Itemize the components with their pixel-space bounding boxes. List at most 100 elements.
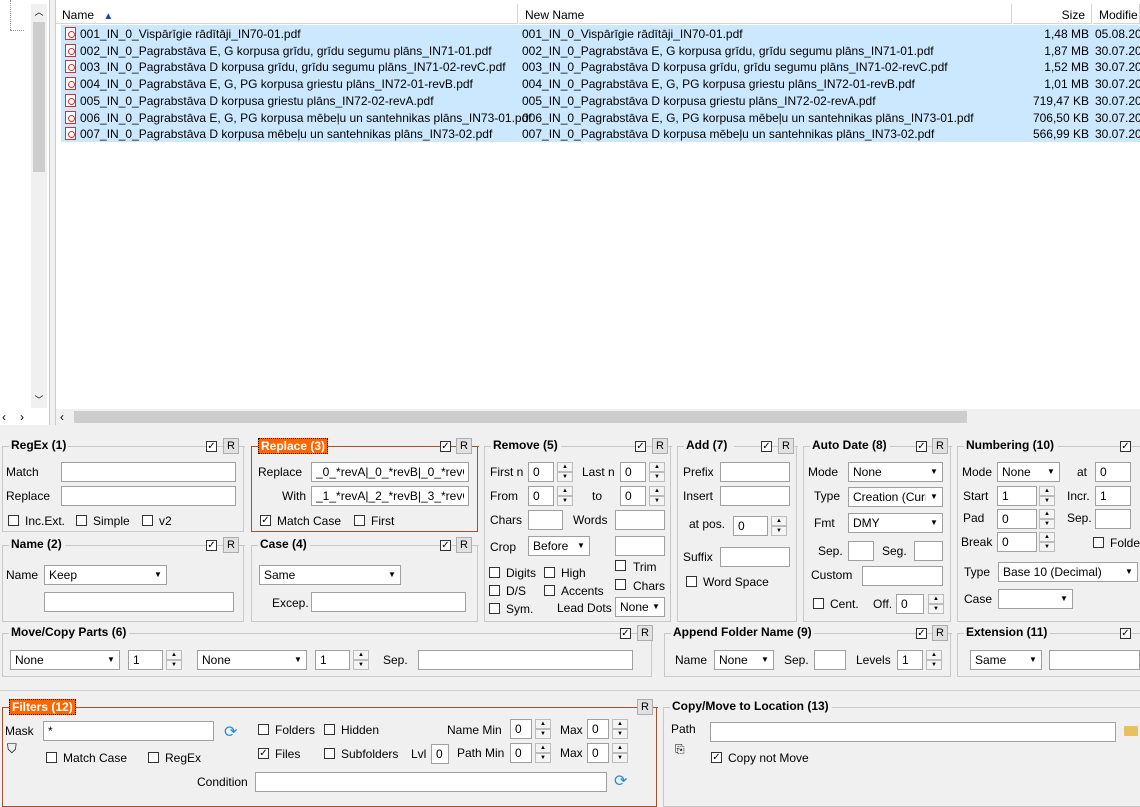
hidden-checkbox[interactable] — [324, 724, 335, 735]
autodate-type-select[interactable]: Creation (Curr ▼ — [848, 487, 943, 507]
case-enable-checkbox[interactable]: ✓ — [440, 540, 451, 551]
simple-checkbox[interactable] — [76, 515, 87, 526]
at-pos-spinner[interactable]: ▲ ▼ — [771, 516, 787, 536]
lvl-input[interactable] — [431, 744, 449, 764]
appendfolder-name-select[interactable]: None ▼ — [714, 650, 774, 670]
cent-checkbox[interactable] — [813, 598, 824, 609]
numbering-type-select[interactable]: Base 10 (Decimal) ▼ — [998, 562, 1138, 582]
scroll-right-icon[interactable]: › — [20, 410, 24, 424]
copy-not-move-checkbox[interactable]: ✓ — [711, 752, 722, 763]
table-row[interactable]: 004_IN_0_Pagrabstāva E, G, PG korpusa gr… — [61, 75, 1140, 93]
tree-vscrollbar[interactable]: ︿ ﹀ — [31, 4, 47, 408]
first-n-input[interactable] — [528, 462, 554, 482]
name-min-spinner[interactable]: ▲ ▼ — [535, 719, 551, 739]
scroll-down-icon[interactable]: ﹀ — [31, 392, 47, 408]
movecopy-sep-input[interactable] — [418, 650, 633, 670]
match-case-checkbox[interactable]: ✓ — [260, 515, 271, 526]
numbering-break-spinner[interactable]: ▲ ▼ — [1039, 532, 1055, 552]
subfolders-checkbox[interactable] — [324, 748, 335, 759]
extension-select[interactable]: Same ▼ — [970, 650, 1042, 670]
max-input[interactable] — [587, 719, 609, 739]
table-row[interactable]: 006_IN_0_Pagrabstāva E, G, PG korpusa mē… — [61, 108, 1140, 126]
scroll-thumb[interactable] — [74, 411, 967, 423]
refresh-icon[interactable]: ⟳ — [614, 771, 627, 791]
regex-replace-input[interactable] — [61, 486, 236, 506]
first-n-spinner[interactable]: ▲ ▼ — [557, 462, 573, 482]
extension-input[interactable] — [1049, 650, 1140, 670]
excep-input[interactable] — [311, 592, 466, 612]
column-header-name[interactable]: Name ▲ — [56, 4, 518, 24]
suffix-input[interactable] — [720, 547, 790, 567]
movecopy-spinner-2[interactable]: ▲ ▼ — [353, 650, 369, 670]
max2-input[interactable] — [587, 743, 609, 763]
appendfolder-enable-checkbox[interactable]: ✓ — [916, 628, 927, 639]
file-list-hscrollbar[interactable]: ‹ — [56, 409, 1140, 425]
trim-checkbox[interactable] — [615, 560, 626, 571]
numbering-start-input[interactable] — [997, 486, 1037, 506]
path-min-spinner[interactable]: ▲ ▼ — [535, 743, 551, 763]
autodate-custom-input[interactable] — [862, 566, 943, 586]
movecopy-select-2[interactable]: None ▼ — [197, 650, 307, 670]
case-select[interactable]: Same ▼ — [259, 565, 401, 585]
column-header-new-name[interactable]: New Name — [519, 4, 1012, 24]
add-enable-checkbox[interactable]: ✓ — [761, 441, 772, 452]
name-select[interactable]: Keep ▼ — [44, 565, 167, 585]
autodate-enable-checkbox[interactable]: ✓ — [916, 441, 927, 452]
at-pos-input[interactable] — [733, 516, 768, 536]
table-row[interactable]: 003_IN_0_Pagrabstāva D korpusa grīdu, gr… — [61, 58, 1140, 76]
table-row[interactable]: 001_IN_0_Vispārīgie rādītāji_IN70-01.pdf… — [61, 25, 1140, 42]
remove-enable-checkbox[interactable]: ✓ — [635, 441, 646, 452]
filter-icon[interactable]: ⛉ — [7, 741, 17, 757]
add-reset-button[interactable]: R — [778, 438, 794, 454]
table-row[interactable]: 002_IN_0_Pagrabstāva E, G korpusa grīdu,… — [61, 41, 1140, 59]
levels-input[interactable] — [897, 650, 923, 670]
scroll-left-icon[interactable]: ‹ — [2, 410, 6, 424]
replace-reset-button[interactable]: R — [456, 438, 472, 454]
filters-match-case-checkbox[interactable] — [46, 752, 57, 763]
filters-reset-button[interactable]: R — [637, 699, 653, 715]
filters-regex-checkbox[interactable] — [148, 752, 159, 763]
words-input[interactable] — [615, 510, 665, 530]
word-space-checkbox[interactable] — [686, 576, 697, 587]
folder-checkbox[interactable] — [1093, 537, 1104, 548]
autodate-seg-input[interactable] — [914, 541, 943, 561]
scroll-up-icon[interactable]: ︿ — [31, 4, 47, 20]
incext-checkbox[interactable] — [8, 515, 19, 526]
files-checkbox[interactable]: ✓ — [258, 748, 269, 759]
insert-input[interactable] — [720, 486, 790, 506]
off-spinner[interactable]: ▲ ▼ — [928, 594, 944, 614]
autodate-reset-button[interactable]: R — [932, 438, 948, 454]
numbering-sep-input[interactable] — [1095, 509, 1131, 529]
v2-checkbox[interactable] — [142, 515, 153, 526]
autodate-mode-select[interactable]: None ▼ — [848, 462, 943, 482]
autodate-sep-input[interactable] — [848, 541, 874, 561]
max-spinner[interactable]: ▲ ▼ — [612, 719, 628, 739]
first-checkbox[interactable] — [354, 515, 365, 526]
movecopy-num-1[interactable] — [128, 650, 163, 670]
numbering-start-spinner[interactable]: ▲ ▼ — [1039, 486, 1055, 506]
accents-checkbox[interactable] — [544, 585, 555, 596]
mask-input[interactable] — [43, 721, 214, 741]
regex-enable-checkbox[interactable]: ✓ — [206, 441, 217, 452]
sym-checkbox[interactable] — [489, 603, 500, 614]
numbering-incr-input[interactable] — [1095, 486, 1131, 506]
movecopy-num-2[interactable] — [315, 650, 350, 670]
regex-match-input[interactable] — [61, 462, 236, 482]
path-min-input[interactable] — [510, 743, 532, 763]
off-input[interactable] — [896, 594, 924, 614]
last-n-input[interactable] — [620, 462, 646, 482]
refresh-icon[interactable]: ⟳ — [224, 722, 237, 742]
name-enable-checkbox[interactable]: ✓ — [206, 540, 217, 551]
column-header-modified[interactable]: Modifie — [1093, 4, 1140, 24]
numbering-break-input[interactable] — [997, 532, 1037, 552]
folder-icon[interactable] — [1124, 726, 1138, 736]
scroll-thumb[interactable] — [33, 22, 45, 172]
high-checkbox[interactable] — [544, 567, 555, 578]
folders-checkbox[interactable] — [258, 724, 269, 735]
movecopy-enable-checkbox[interactable]: ✓ — [620, 628, 631, 639]
table-row[interactable]: 007_IN_0_Pagrabstāva D korpusa mēbeļu un… — [61, 125, 1140, 143]
numbering-enable-checkbox[interactable]: ✓ — [1120, 441, 1131, 452]
copy-icon[interactable]: ⎘ — [675, 742, 685, 757]
appendfolder-sep-input[interactable] — [814, 650, 846, 670]
ds-checkbox[interactable] — [489, 585, 500, 596]
